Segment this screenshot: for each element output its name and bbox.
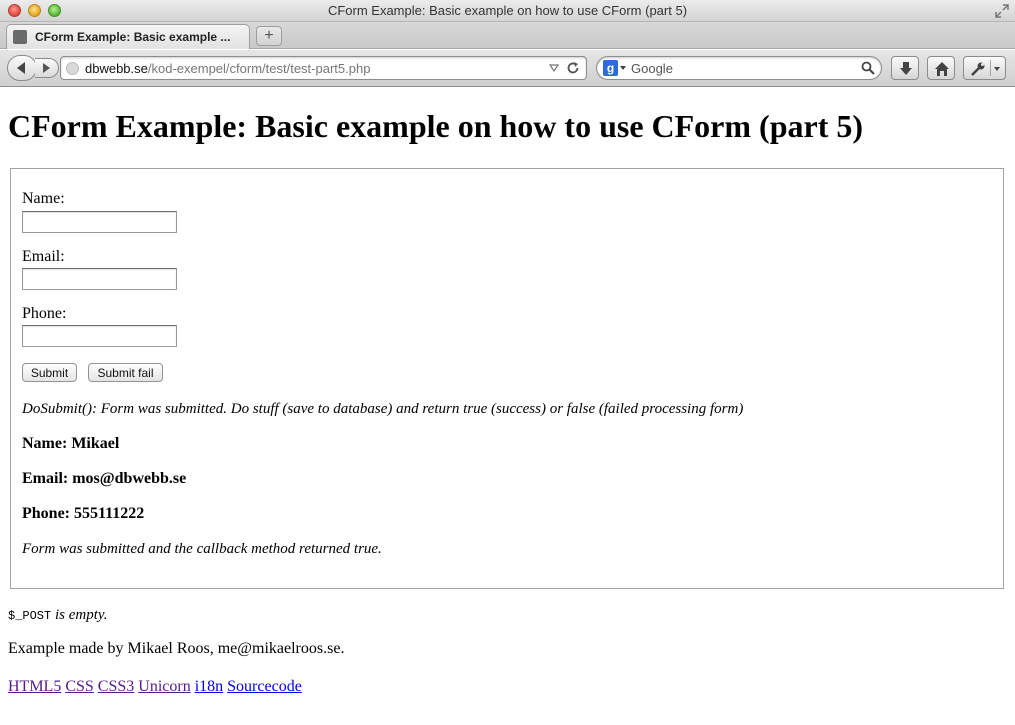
tab-title: CForm Example: Basic example ...	[35, 30, 231, 44]
search-input[interactable]	[631, 60, 851, 76]
new-tab-button[interactable]: +	[256, 26, 282, 46]
developer-tools-button[interactable]	[963, 56, 1006, 80]
url-text[interactable]: dbwebb.se/kod-exempel/cform/test/test-pa…	[85, 61, 370, 76]
footer-link-i18n[interactable]: i18n	[195, 678, 223, 695]
name-output: Name: Mikael	[22, 435, 120, 452]
page-title: CForm Example: Basic example on how to u…	[8, 108, 863, 144]
email-output: Email: mos@dbwebb.se	[22, 470, 187, 487]
downloads-button[interactable]	[891, 56, 919, 80]
post-variable: $_POST	[8, 609, 52, 623]
url-host: dbwebb.se	[85, 61, 148, 76]
back-arrow-icon	[17, 62, 25, 74]
post-status-text: is empty.	[51, 607, 108, 623]
fullscreen-icon[interactable]	[995, 4, 1009, 18]
footer-link-unicorn[interactable]: Unicorn	[138, 678, 190, 695]
tab-active[interactable]: CForm Example: Basic example ...	[6, 24, 250, 49]
tab-strip: CForm Example: Basic example ... +	[0, 22, 1015, 49]
search-bar[interactable]: g	[596, 56, 882, 80]
home-button[interactable]	[927, 56, 955, 80]
phone-field[interactable]	[22, 325, 177, 347]
google-engine-icon[interactable]: g	[603, 60, 618, 76]
footer-links: HTML5 CSS CSS3 Unicorn i18n Sourcecode	[8, 678, 302, 696]
engine-dropdown-icon[interactable]	[620, 66, 626, 70]
site-identity-icon[interactable]	[66, 62, 79, 75]
name-field[interactable]	[22, 211, 177, 233]
page-content: CForm Example: Basic example on how to u…	[0, 88, 1015, 725]
phone-output: Phone: 555111222	[22, 505, 145, 522]
footer-link-sourcecode[interactable]: Sourcecode	[227, 678, 302, 695]
footer-link-css[interactable]: CSS	[65, 678, 93, 695]
search-icon[interactable]	[861, 61, 875, 75]
forward-button[interactable]	[35, 58, 59, 78]
footer-link-html5[interactable]: HTML5	[8, 678, 61, 695]
back-forward-group	[7, 55, 59, 81]
submit-button[interactable]: Submit	[22, 363, 77, 382]
email-label: Email:	[22, 248, 65, 265]
footer-credit: Example made by Mikael Roos, me@mikaelro…	[8, 640, 345, 657]
name-label: Name:	[22, 190, 65, 207]
download-arrow-icon	[900, 62, 912, 75]
cform-fieldset: Name: Email: Phone: Submit Submit fail D…	[10, 168, 1004, 589]
history-dropdown-icon[interactable]	[548, 62, 560, 74]
navigation-toolbar: dbwebb.se/kod-exempel/cform/test/test-pa…	[0, 50, 1015, 87]
chevron-down-icon[interactable]	[994, 67, 1000, 71]
post-status: $_POST is empty.	[8, 606, 107, 625]
url-path: /kod-exempel/cform/test/test-part5.php	[147, 61, 371, 76]
reload-icon[interactable]	[566, 61, 580, 75]
submit-fail-button[interactable]: Submit fail	[88, 363, 163, 382]
home-icon	[935, 62, 949, 76]
back-button[interactable]	[7, 55, 37, 81]
button-separator	[990, 60, 991, 76]
window-titlebar: CForm Example: Basic example on how to u…	[0, 0, 1015, 22]
footer-link-css3[interactable]: CSS3	[98, 678, 134, 695]
email-field[interactable]	[22, 268, 177, 290]
page-favicon-icon	[13, 30, 27, 44]
wrench-icon	[971, 62, 985, 76]
window-title: CForm Example: Basic example on how to u…	[327, 3, 688, 18]
address-bar[interactable]: dbwebb.se/kod-exempel/cform/test/test-pa…	[60, 56, 587, 80]
phone-label: Phone:	[22, 305, 67, 322]
result-message: Form was submitted and the callback meth…	[22, 541, 382, 557]
forward-arrow-icon	[43, 63, 50, 73]
dosubmit-message: DoSubmit(): Form was submitted. Do stuff…	[22, 401, 744, 417]
